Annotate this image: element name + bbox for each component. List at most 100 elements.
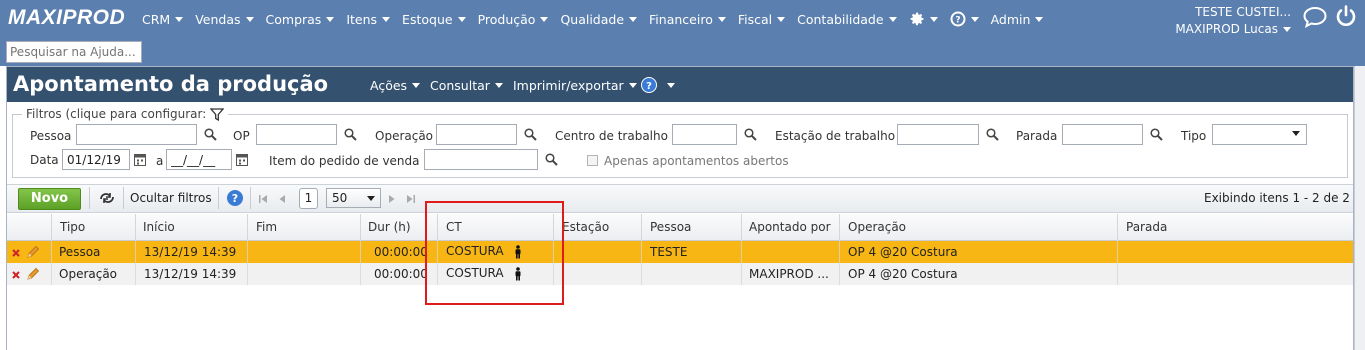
user-menu[interactable]: TESTE CUSTEI... MAXIPROD Lucas xyxy=(1175,4,1291,38)
first-page-icon[interactable] xyxy=(258,194,268,204)
cell-inicio: 13/12/19 14:39 xyxy=(144,245,237,259)
search-icon[interactable] xyxy=(744,128,757,141)
refresh-icon[interactable] xyxy=(98,191,116,205)
edit-icon[interactable] xyxy=(26,267,40,281)
pessoa-field[interactable] xyxy=(76,124,197,145)
page-scrollbar[interactable] xyxy=(1354,66,1365,350)
nav-crm[interactable]: CRM xyxy=(142,12,184,27)
nav-label: Compras xyxy=(265,11,322,27)
column-tipo[interactable]: Tipo xyxy=(60,220,85,234)
power-icon[interactable] xyxy=(1334,4,1358,28)
column-inicio[interactable]: Início xyxy=(143,220,175,234)
search-icon[interactable] xyxy=(204,128,217,141)
help-search-input[interactable] xyxy=(6,41,142,63)
chevron-down-icon xyxy=(1292,131,1300,136)
column-divider xyxy=(51,214,52,241)
nav-admin[interactable]: Admin xyxy=(991,12,1044,27)
operacao-field[interactable] xyxy=(436,124,517,145)
table-row[interactable]: Pessoa 13/12/19 14:39 00:00:00 COSTURA T… xyxy=(7,241,1353,263)
help-icon[interactable]: ? xyxy=(226,189,244,207)
cell-divider xyxy=(247,263,248,285)
parada-field[interactable] xyxy=(1062,124,1143,145)
search-icon[interactable] xyxy=(524,128,537,141)
op-field[interactable] xyxy=(256,124,337,145)
help-icon: ? xyxy=(950,11,966,27)
next-page-icon[interactable] xyxy=(388,194,396,204)
filter-icon[interactable] xyxy=(210,107,225,121)
column-divider xyxy=(839,214,840,241)
calendar-icon[interactable] xyxy=(134,153,146,166)
data-from-field[interactable] xyxy=(62,149,130,170)
svg-text:?: ? xyxy=(955,16,960,26)
cell-divider xyxy=(135,263,136,285)
menu-page-help[interactable]: ? xyxy=(641,77,675,93)
nav-label: Vendas xyxy=(195,11,241,27)
search-icon[interactable] xyxy=(1150,128,1163,141)
nav-fiscal[interactable]: Fiscal xyxy=(738,12,786,27)
cell-divider xyxy=(360,241,361,263)
last-page-icon[interactable] xyxy=(406,194,416,204)
cell-operacao: OP 4 @20 Costura xyxy=(848,267,958,281)
nav-label: Qualidade xyxy=(560,11,625,27)
edit-icon[interactable] xyxy=(26,245,40,259)
prev-page-icon[interactable] xyxy=(278,194,286,204)
nav-financeiro[interactable]: Financeiro xyxy=(649,12,726,27)
chevron-down-icon xyxy=(629,16,638,22)
tipo-select[interactable] xyxy=(1212,124,1307,145)
search-icon[interactable] xyxy=(344,128,357,141)
chat-icon[interactable] xyxy=(1302,5,1328,29)
cell-divider xyxy=(1117,241,1118,263)
svg-text:?: ? xyxy=(232,192,238,205)
table-row[interactable]: Operação 13/12/19 14:39 00:00:00 COSTURA… xyxy=(7,263,1353,285)
nav-label: Estoque xyxy=(402,11,453,27)
chevron-down-icon xyxy=(412,83,421,88)
cell-divider xyxy=(839,263,840,285)
column-divider xyxy=(641,214,642,241)
column-apontado[interactable]: Apontado por xyxy=(749,220,831,234)
nav-label: Produção xyxy=(477,11,536,27)
nav-contabilidade[interactable]: Contabilidade xyxy=(797,12,897,27)
menu-acoes[interactable]: Ações xyxy=(370,78,421,93)
nav-itens[interactable]: Itens xyxy=(346,12,391,27)
nav-estoque[interactable]: Estoque xyxy=(402,12,466,27)
data-to-field[interactable] xyxy=(166,149,232,170)
chevron-down-icon xyxy=(628,83,637,88)
search-icon[interactable] xyxy=(545,153,558,166)
cell-tipo: Operação xyxy=(59,267,118,281)
nav-settings[interactable] xyxy=(909,11,938,27)
chevron-down-icon xyxy=(326,16,335,22)
calendar-icon[interactable] xyxy=(236,153,248,166)
nav-qualidade[interactable]: Qualidade xyxy=(560,11,638,27)
estacao-field[interactable] xyxy=(897,124,979,145)
app-logo[interactable]: MAXIPROD xyxy=(8,6,125,30)
page-number-input[interactable]: 1 xyxy=(299,188,318,209)
search-icon[interactable] xyxy=(986,128,999,141)
apenas-abertos-label: Apenas apontamentos abertos xyxy=(604,154,789,168)
chevron-down-icon xyxy=(494,83,503,88)
centro-field[interactable] xyxy=(672,124,737,145)
help-icon: ? xyxy=(641,77,657,93)
filters-legend[interactable]: Filtros (clique para configurar: xyxy=(22,107,229,121)
apenas-abertos-checkbox[interactable] xyxy=(587,155,598,166)
delete-icon[interactable] xyxy=(12,249,20,257)
top-navbar: MAXIPROD CRM Vendas Compras Itens Estoqu… xyxy=(0,0,1365,66)
item-pedido-field[interactable] xyxy=(424,149,538,170)
menu-imprimir[interactable]: Imprimir/exportar xyxy=(513,78,637,93)
nav-vendas[interactable]: Vendas xyxy=(195,11,254,27)
column-estacao[interactable]: Estação xyxy=(562,220,609,234)
cell-divider xyxy=(641,241,642,263)
column-operacao[interactable]: Operação xyxy=(848,220,906,234)
novo-button[interactable]: Novo xyxy=(18,188,81,210)
ocultar-filtros-button[interactable]: Ocultar filtros xyxy=(130,191,212,205)
nav-help[interactable]: ? xyxy=(950,11,979,27)
column-parada[interactable]: Parada xyxy=(1126,220,1167,234)
cell-dur: 00:00:00 xyxy=(374,267,428,281)
column-pessoa[interactable]: Pessoa xyxy=(650,220,691,234)
column-dur[interactable]: Dur (h) xyxy=(368,220,411,234)
delete-icon[interactable] xyxy=(12,271,20,279)
menu-consultar[interactable]: Consultar xyxy=(430,78,503,93)
nav-compras[interactable]: Compras xyxy=(266,12,335,27)
nav-producao[interactable]: Produção xyxy=(478,12,549,27)
page-size-select[interactable]: 50 xyxy=(326,188,381,208)
column-fim[interactable]: Fim xyxy=(256,220,277,234)
